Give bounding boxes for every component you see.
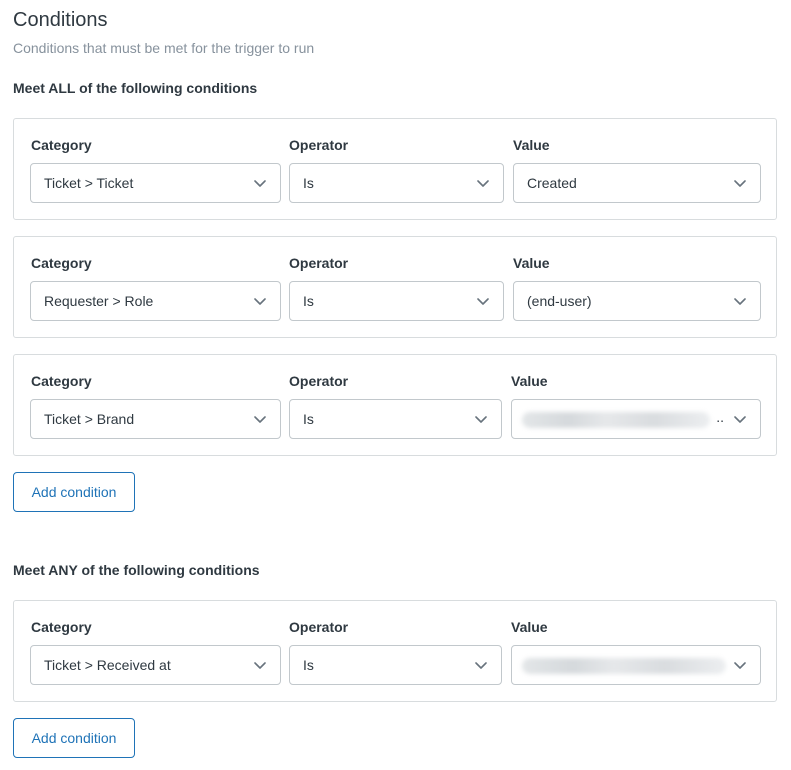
category-select[interactable]: Ticket > Brand	[30, 399, 281, 439]
value-label: Value	[513, 137, 550, 153]
operator-select-value: Is	[303, 175, 314, 191]
value-select[interactable]: Created	[513, 163, 761, 203]
operator-label: Operator	[289, 137, 349, 153]
value-select[interactable]: (end-user)	[513, 281, 761, 321]
category-label: Category	[31, 373, 92, 389]
condition-row-any-1: Category Operator Value Ticket > Receive…	[13, 600, 777, 702]
conditions-page: Conditions Conditions that must be met f…	[0, 0, 791, 770]
chevron-down-icon	[254, 180, 266, 187]
category-label: Category	[31, 255, 92, 271]
operator-select-value: Is	[303, 411, 314, 427]
condition-row-all-1: Category Operator Value Ticket > Ticket …	[13, 118, 777, 220]
value-select[interactable]: ..	[511, 399, 761, 439]
value-select-value: (end-user)	[527, 293, 592, 309]
operator-select[interactable]: Is	[289, 399, 502, 439]
value-label: Value	[511, 619, 548, 635]
condition-row-all-2: Category Operator Value Requester > Role…	[13, 236, 777, 338]
operator-select-value: Is	[303, 657, 314, 673]
chevron-down-icon	[734, 416, 746, 423]
value-select[interactable]	[511, 645, 761, 685]
operator-select[interactable]: Is	[289, 163, 504, 203]
category-select-value: Ticket > Ticket	[44, 175, 134, 191]
value-label: Value	[513, 255, 550, 271]
operator-select[interactable]: Is	[289, 645, 502, 685]
operator-select-value: Is	[303, 293, 314, 309]
operator-select[interactable]: Is	[289, 281, 504, 321]
any-conditions-heading: Meet ANY of the following conditions	[13, 562, 260, 578]
category-select[interactable]: Ticket > Received at	[30, 645, 281, 685]
redacted-value	[522, 658, 726, 674]
value-label: Value	[511, 373, 548, 389]
category-select[interactable]: Requester > Role	[30, 281, 281, 321]
chevron-down-icon	[254, 298, 266, 305]
chevron-down-icon	[254, 662, 266, 669]
chevron-down-icon	[734, 662, 746, 669]
condition-row-all-3: Category Operator Value Ticket > Brand I…	[13, 354, 777, 456]
value-select-value: Created	[527, 175, 577, 191]
all-conditions-heading: Meet ALL of the following conditions	[13, 80, 258, 96]
chevron-down-icon	[477, 180, 489, 187]
category-select-value: Ticket > Brand	[44, 411, 135, 427]
chevron-down-icon	[475, 662, 487, 669]
category-select-value: Requester > Role	[44, 293, 154, 309]
chevron-down-icon	[475, 416, 487, 423]
chevron-down-icon	[734, 180, 746, 187]
operator-label: Operator	[289, 255, 349, 271]
value-ellipsis: ..	[716, 409, 724, 425]
category-select-value: Ticket > Received at	[44, 657, 171, 673]
page-subtitle: Conditions that must be met for the trig…	[13, 40, 315, 56]
add-condition-any-button[interactable]: Add condition	[13, 718, 135, 758]
chevron-down-icon	[477, 298, 489, 305]
add-condition-all-button[interactable]: Add condition	[13, 472, 135, 512]
category-label: Category	[31, 137, 92, 153]
chevron-down-icon	[254, 416, 266, 423]
operator-label: Operator	[289, 619, 349, 635]
chevron-down-icon	[734, 298, 746, 305]
operator-label: Operator	[289, 373, 349, 389]
redacted-value	[522, 412, 710, 428]
category-select[interactable]: Ticket > Ticket	[30, 163, 281, 203]
category-label: Category	[31, 619, 92, 635]
page-title: Conditions	[13, 9, 108, 31]
